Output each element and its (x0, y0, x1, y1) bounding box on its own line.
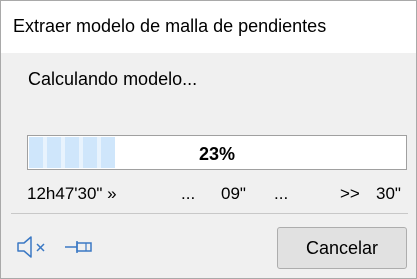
pin-icon[interactable] (63, 232, 97, 262)
progress-bar: 23% (27, 135, 407, 170)
footer-divider (11, 213, 408, 214)
timing-arrows: >> (340, 184, 360, 203)
elapsed-time: 12h47'30" » (27, 184, 117, 203)
cancel-button[interactable]: Cancelar (277, 227, 407, 269)
dialog-window: Extraer modelo de malla de pendientes Ca… (0, 0, 417, 279)
window-title: Extraer modelo de malla de pendientes (13, 16, 327, 36)
progress-percent: 23% (198, 144, 236, 164)
timing-row: 12h47'30" » ... 09" ... >> 30" (1, 184, 417, 206)
timing-ellipsis-1: ... (181, 184, 196, 203)
timing-ellipsis-2: ... (274, 184, 289, 203)
timing-mid-value: 09" (221, 184, 246, 203)
timing-end-value: 30" (376, 184, 401, 203)
status-message: Calculando modelo... (28, 69, 198, 89)
title-bar[interactable]: Extraer modelo de malla de pendientes (1, 1, 416, 53)
mute-speaker-icon[interactable] (15, 232, 49, 262)
